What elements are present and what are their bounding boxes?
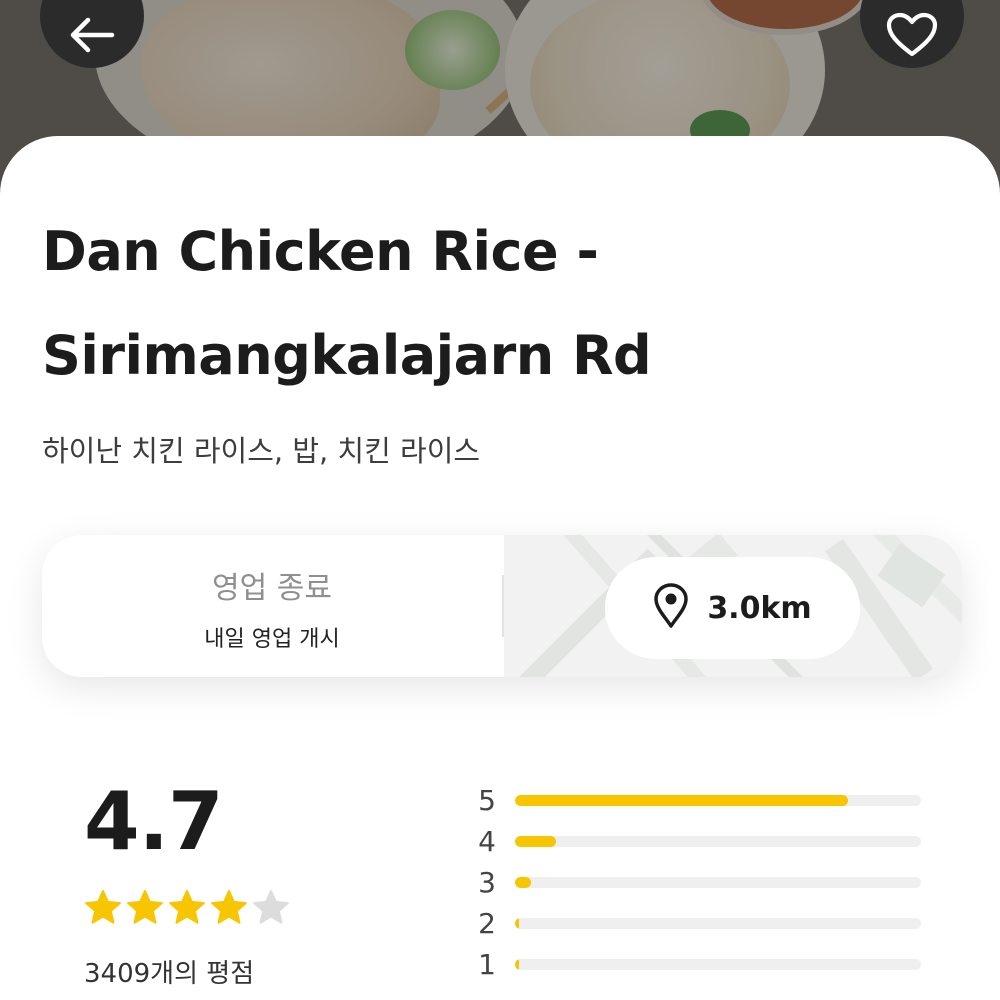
rating-row-5: 5 — [470, 781, 930, 821]
star-filled-icon — [168, 888, 206, 930]
rating-bar-fill — [515, 918, 520, 929]
rating-bar-fill — [515, 836, 556, 847]
star-empty-icon — [252, 888, 290, 930]
rating-row-label: 4 — [478, 825, 496, 858]
rating-bar-fill — [515, 795, 848, 806]
closed-status: 영업 종료 — [212, 571, 332, 606]
rating-bar-fill — [515, 877, 532, 888]
restaurant-name-line2: Sirimangkalajarn Rd — [42, 324, 652, 387]
restaurant-name: Dan Chicken Rice - Sirimangkalajarn Rd — [42, 200, 942, 408]
back-arrow-icon — [68, 15, 116, 59]
rating-row-4: 4 — [470, 822, 930, 862]
opening-info: 내일 영업 개시 — [204, 627, 340, 652]
rating-count: 3409개의 평점 — [84, 959, 255, 989]
cuisine-categories: 하이난 치킨 라이스, 밥, 치킨 라이스 — [42, 434, 481, 468]
heart-icon — [886, 12, 938, 62]
rating-bar-track — [515, 877, 921, 888]
rating-bar-track — [515, 918, 921, 929]
rating-row-label: 5 — [478, 784, 496, 817]
rating-bar-track — [515, 795, 921, 806]
star-rating — [84, 888, 290, 930]
location-pin-icon — [653, 583, 689, 633]
rating-score: 4.7 — [84, 775, 224, 868]
rating-row-3: 3 — [470, 863, 930, 903]
rating-row-2: 2 — [470, 904, 930, 944]
star-filled-icon — [126, 888, 164, 930]
distance-badge[interactable]: 3.0km — [605, 557, 860, 659]
info-card: 영업 종료 내일 영업 개시 3.0km — [42, 535, 962, 677]
rating-row-1: 1 — [470, 945, 930, 985]
rating-row-label: 3 — [478, 866, 496, 899]
star-filled-icon — [210, 888, 248, 930]
rating-bar-track — [515, 836, 921, 847]
star-filled-icon — [84, 888, 122, 930]
restaurant-name-line1: Dan Chicken Rice - — [42, 220, 599, 283]
card-divider — [502, 575, 504, 637]
rating-bar-fill — [515, 959, 520, 970]
restaurant-detail-screen: Dan Chicken Rice - Sirimangkalajarn Rd 하… — [0, 0, 1000, 1000]
rating-row-label: 2 — [478, 907, 496, 940]
rating-row-label: 1 — [478, 948, 496, 981]
distance-value: 3.0km — [707, 590, 812, 626]
rating-bar-track — [515, 959, 921, 970]
